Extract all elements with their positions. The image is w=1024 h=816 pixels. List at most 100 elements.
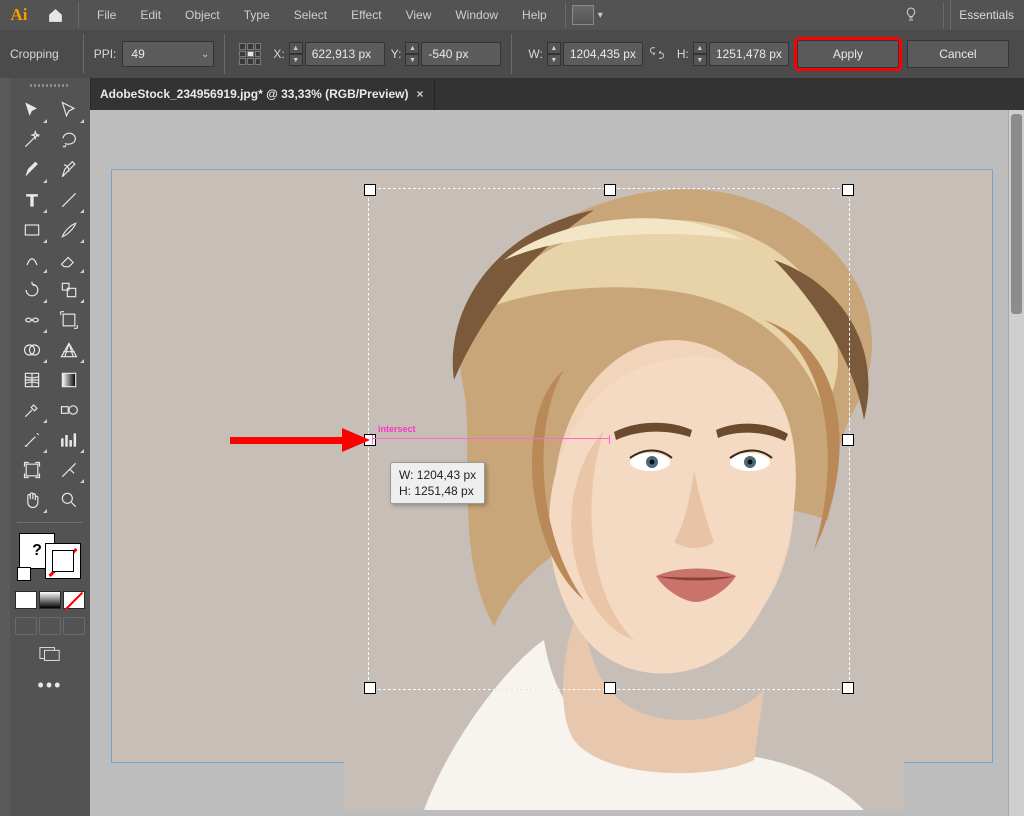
- w-field[interactable]: ▲▼ 1204,435 px: [547, 42, 643, 66]
- hand-tool[interactable]: [15, 486, 48, 514]
- y-value[interactable]: -540 px: [421, 42, 501, 66]
- width-tool[interactable]: [15, 306, 48, 334]
- separator: [78, 2, 79, 28]
- menu-object[interactable]: Object: [173, 0, 232, 30]
- measurement-tooltip: W: 1204,43 px H: 1251,48 px: [390, 462, 485, 504]
- symbol-sprayer-tool[interactable]: [15, 426, 48, 454]
- menu-edit[interactable]: Edit: [128, 0, 173, 30]
- crop-handle[interactable]: [364, 682, 376, 694]
- scale-tool[interactable]: [52, 276, 85, 304]
- selection-tool[interactable]: [15, 96, 48, 124]
- home-button[interactable]: [38, 7, 72, 24]
- ppi-dropdown[interactable]: 49 ⌄: [122, 41, 214, 67]
- ppi-label: PPI:: [94, 47, 117, 61]
- spinner[interactable]: ▲▼: [547, 42, 561, 66]
- w-value[interactable]: 1204,435 px: [563, 42, 643, 66]
- draw-mode-row: [15, 617, 85, 635]
- draw-behind[interactable]: [39, 617, 61, 635]
- tools-panel: ? •••: [10, 78, 91, 816]
- free-transform-tool[interactable]: [52, 306, 85, 334]
- menu-file[interactable]: File: [85, 0, 128, 30]
- workspace-switcher[interactable]: Essentials: [950, 0, 1024, 30]
- separator: [943, 2, 944, 28]
- color-mode-gradient[interactable]: [39, 591, 61, 609]
- eraser-tool[interactable]: [52, 246, 85, 274]
- screen-mode-button[interactable]: [36, 645, 64, 663]
- discover-button[interactable]: [903, 6, 919, 25]
- apply-button[interactable]: Apply: [797, 40, 899, 68]
- menu-bar: Ai File Edit Object Type Select Effect V…: [0, 0, 1024, 31]
- crop-handle[interactable]: [364, 184, 376, 196]
- edit-toolbar-button[interactable]: •••: [38, 675, 63, 696]
- crop-handle[interactable]: [604, 682, 616, 694]
- menu-view[interactable]: View: [394, 0, 444, 30]
- smart-guide-label: intersect: [378, 424, 416, 434]
- crop-handle[interactable]: [604, 184, 616, 196]
- rotate-tool[interactable]: [15, 276, 48, 304]
- fill-stroke-swatches[interactable]: ?: [17, 531, 83, 581]
- color-mode-solid[interactable]: [15, 591, 37, 609]
- spinner[interactable]: ▲▼: [693, 42, 707, 66]
- menu-select[interactable]: Select: [282, 0, 339, 30]
- shaper-tool[interactable]: [15, 246, 48, 274]
- arrange-documents-button[interactable]: [572, 5, 594, 25]
- x-field[interactable]: ▲▼ 622,913 px: [289, 42, 385, 66]
- x-label: X:: [273, 47, 284, 61]
- eyedropper-tool[interactable]: [15, 396, 48, 424]
- vertical-scrollbar[interactable]: [1008, 110, 1024, 816]
- perspective-grid-tool[interactable]: [52, 336, 85, 364]
- type-tool[interactable]: [15, 186, 48, 214]
- slice-tool[interactable]: [52, 456, 85, 484]
- rectangle-tool[interactable]: [15, 216, 48, 244]
- default-fill-stroke[interactable]: [17, 567, 31, 581]
- shape-builder-tool[interactable]: [15, 336, 48, 364]
- chevron-down-icon: ▾: [598, 10, 603, 21]
- separator: [224, 34, 225, 74]
- direct-selection-tool[interactable]: [52, 96, 85, 124]
- paintbrush-tool[interactable]: [52, 216, 85, 244]
- lasso-tool[interactable]: [52, 126, 85, 154]
- canvas[interactable]: intersect W: 1204,43 px H: 1251,48 px: [90, 110, 1024, 816]
- menu-help[interactable]: Help: [510, 0, 559, 30]
- chevron-down-icon: ⌄: [201, 49, 209, 60]
- cancel-button[interactable]: Cancel: [907, 40, 1009, 68]
- curvature-tool[interactable]: [52, 156, 85, 184]
- crop-handle[interactable]: [842, 434, 854, 446]
- crop-handle[interactable]: [842, 184, 854, 196]
- gradient-tool[interactable]: [52, 366, 85, 394]
- column-graph-tool[interactable]: [52, 426, 85, 454]
- blend-tool[interactable]: [52, 396, 85, 424]
- color-mode-none[interactable]: [63, 591, 85, 609]
- spinner[interactable]: ▲▼: [405, 42, 419, 66]
- draw-inside[interactable]: [63, 617, 85, 635]
- draw-normal[interactable]: [15, 617, 37, 635]
- link-wh-toggle[interactable]: [649, 45, 665, 64]
- y-field[interactable]: ▲▼ -540 px: [405, 42, 501, 66]
- scrollbar-thumb[interactable]: [1011, 114, 1022, 314]
- h-value[interactable]: 1251,478 px: [709, 42, 789, 66]
- app-logo: Ai: [0, 0, 38, 30]
- control-mode-label: Cropping: [10, 47, 59, 61]
- stroke-swatch[interactable]: [45, 543, 81, 579]
- x-value[interactable]: 622,913 px: [305, 42, 385, 66]
- artboard-tool[interactable]: [15, 456, 48, 484]
- line-segment-tool[interactable]: [52, 186, 85, 214]
- close-icon[interactable]: ×: [417, 87, 424, 101]
- tooltip-w: W: 1204,43 px: [399, 467, 476, 483]
- h-field[interactable]: ▲▼ 1251,478 px: [693, 42, 789, 66]
- separator: [565, 2, 566, 28]
- menu-effect[interactable]: Effect: [339, 0, 393, 30]
- h-label: H:: [677, 47, 689, 61]
- zoom-tool[interactable]: [52, 486, 85, 514]
- pen-tool[interactable]: [15, 156, 48, 184]
- spinner[interactable]: ▲▼: [289, 42, 303, 66]
- reference-point-selector[interactable]: [239, 43, 261, 65]
- panel-grip[interactable]: [10, 78, 90, 92]
- menu-type[interactable]: Type: [232, 0, 282, 30]
- crop-handle[interactable]: [842, 682, 854, 694]
- separator: [83, 34, 84, 74]
- document-tab[interactable]: AdobeStock_234956919.jpg* @ 33,33% (RGB/…: [90, 78, 435, 110]
- magic-wand-tool[interactable]: [15, 126, 48, 154]
- menu-window[interactable]: Window: [443, 0, 510, 30]
- mesh-tool[interactable]: [15, 366, 48, 394]
